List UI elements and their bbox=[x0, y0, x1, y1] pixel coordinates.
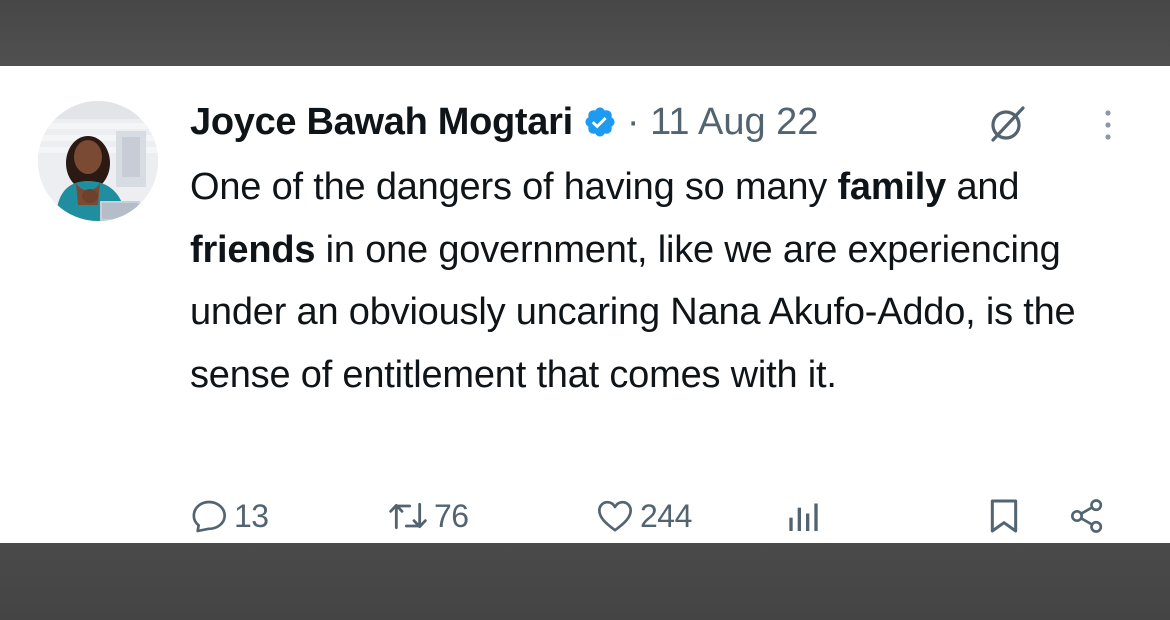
author-name[interactable]: Joyce Bawah Mogtari bbox=[190, 101, 573, 144]
tweet-header: Joyce Bawah Mogtari · 11 Aug 22 bbox=[190, 96, 818, 148]
tweet-date: 11 Aug 22 bbox=[650, 100, 819, 143]
timestamp[interactable]: · 11 Aug 22 bbox=[627, 101, 819, 144]
reply-count: 13 bbox=[234, 497, 269, 534]
like-button[interactable]: 244 bbox=[594, 491, 692, 541]
avatar[interactable] bbox=[38, 101, 158, 221]
tweet-text: One of the dangers of having so many fam… bbox=[190, 156, 1140, 406]
tweet-text-bold: friends bbox=[190, 228, 316, 271]
heart-icon bbox=[598, 500, 632, 532]
share-button[interactable] bbox=[1066, 491, 1108, 541]
bookmark-icon bbox=[990, 499, 1018, 533]
views-button[interactable] bbox=[784, 491, 824, 541]
more-options-icon[interactable] bbox=[1096, 104, 1120, 148]
screenshot-frame: Joyce Bawah Mogtari · 11 Aug 22 One of t… bbox=[0, 0, 1170, 620]
repost-button[interactable]: 76 bbox=[386, 491, 469, 541]
avatar-photo bbox=[38, 101, 158, 221]
bookmark-button[interactable] bbox=[984, 491, 1024, 541]
bottom-dark-bar bbox=[0, 543, 1170, 620]
repost-count: 76 bbox=[434, 497, 469, 534]
tweet-text-part: and bbox=[946, 166, 1020, 208]
reply-button[interactable]: 13 bbox=[190, 491, 269, 541]
tweet-text-bold: family bbox=[837, 166, 947, 208]
tweet-text-part: One of the dangers of having so many bbox=[190, 166, 838, 208]
verified-badge-icon bbox=[583, 105, 617, 139]
action-bar: 13 76 244 bbox=[0, 491, 1170, 541]
grok-icon[interactable] bbox=[985, 102, 1029, 146]
tweet-text-part: in one government, like we are experienc… bbox=[190, 228, 1076, 396]
reply-icon bbox=[192, 500, 227, 533]
separator-dot: · bbox=[626, 100, 640, 143]
like-count: 244 bbox=[640, 497, 692, 534]
repost-icon bbox=[389, 502, 427, 530]
tweet-card[interactable]: Joyce Bawah Mogtari · 11 Aug 22 One of t… bbox=[0, 66, 1170, 543]
share-icon bbox=[1071, 499, 1103, 533]
top-dark-bar bbox=[0, 0, 1170, 66]
views-chart-icon bbox=[789, 503, 818, 531]
